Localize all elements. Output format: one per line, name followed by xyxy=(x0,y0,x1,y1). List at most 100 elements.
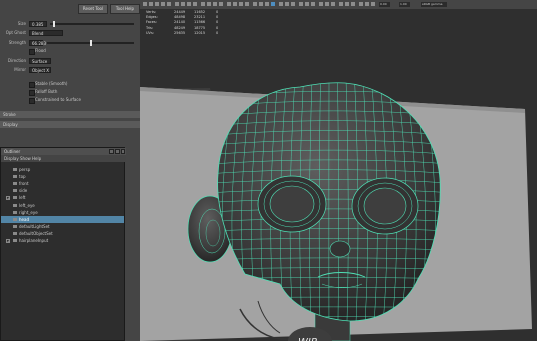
toolbar-icon[interactable] xyxy=(155,2,159,6)
nose xyxy=(329,240,351,258)
outliner-menubar: Display Show Help xyxy=(1,155,126,162)
outliner-item[interactable]: persp xyxy=(1,166,124,173)
toolbar-icon[interactable] xyxy=(351,2,355,6)
hud-row: UVs: 25635 12015 0 xyxy=(146,31,226,36)
outliner-item[interactable]: + hairplaneInput xyxy=(1,237,124,244)
toolbar-icon[interactable] xyxy=(311,2,315,6)
toolbar-icon[interactable] xyxy=(259,2,263,6)
outliner-item-label: hairplaneInput xyxy=(19,238,49,243)
toolbar-icon[interactable] xyxy=(167,2,171,6)
node-icon xyxy=(13,196,17,200)
3d-viewport[interactable]: WIP Verts: 24449 11652 0 Edges: 48498 23211 0 Fa… xyxy=(140,9,537,341)
toolbar-icon[interactable] xyxy=(339,2,343,6)
toolbar-icon[interactable] xyxy=(359,2,363,6)
toolbar-icon[interactable] xyxy=(285,2,289,6)
hud-v3: 0 xyxy=(216,15,219,20)
expand-icon[interactable]: + xyxy=(6,239,10,243)
expand-icon[interactable]: + xyxy=(6,196,10,201)
toolbar-icon[interactable] xyxy=(201,2,205,6)
outliner-item[interactable]: top xyxy=(1,173,124,180)
node-icon xyxy=(13,217,17,221)
menu-help[interactable]: Help xyxy=(32,155,41,162)
outliner-item-label: left xyxy=(19,195,26,201)
outliner-item-label: top xyxy=(19,174,26,180)
reset-tool-button[interactable]: Reset Tool xyxy=(78,4,108,14)
toolbar-icon[interactable] xyxy=(265,2,269,6)
color-space-dropdown[interactable]: sRGB gamma xyxy=(421,2,447,7)
toolbar-icon[interactable] xyxy=(345,2,349,6)
outliner-title[interactable]: Outliner xyxy=(1,148,126,155)
toolbar-icon[interactable] xyxy=(279,2,283,6)
size-slider[interactable] xyxy=(50,23,134,25)
outliner-item[interactable]: + left xyxy=(1,194,124,201)
maximize-icon[interactable] xyxy=(115,149,120,154)
hud-label: Tris: xyxy=(146,25,154,30)
hud-label: Faces: xyxy=(146,20,157,25)
outliner-item[interactable]: front xyxy=(1,180,124,187)
hud-v1: 24449 xyxy=(174,10,186,14)
toolbar-icon[interactable] xyxy=(305,2,309,6)
display-section-header[interactable]: Display xyxy=(0,121,140,128)
toolbar-icon[interactable] xyxy=(331,2,335,6)
toolbar-icon[interactable] xyxy=(207,2,211,6)
toolbar-icon[interactable] xyxy=(325,2,329,6)
node-icon xyxy=(13,224,17,228)
outliner-item[interactable]: defaultObjectSet xyxy=(1,230,124,237)
hud-v3: 0 xyxy=(216,10,219,14)
toolbar-icon[interactable] xyxy=(161,2,165,6)
outliner-item[interactable]: left_eye xyxy=(1,202,124,209)
outliner-item-label: defaultObjectSet xyxy=(19,230,53,236)
toolbar-icon[interactable] xyxy=(253,2,257,6)
node-icon xyxy=(13,189,17,193)
toolbar-icon[interactable] xyxy=(143,2,147,6)
node-icon xyxy=(13,175,17,179)
outliner-item[interactable]: right_eye xyxy=(1,209,124,216)
toolbar-icon[interactable] xyxy=(239,2,243,6)
toolbar-icon[interactable] xyxy=(245,2,249,6)
strength-field[interactable]: 66.283 xyxy=(29,40,46,46)
toolbar-icon[interactable] xyxy=(227,2,231,6)
hud-v2: 23211 xyxy=(194,15,206,20)
toolbar-icon[interactable] xyxy=(319,2,323,6)
toolbar-icon[interactable] xyxy=(371,2,375,6)
toolbar-icon[interactable] xyxy=(219,2,223,6)
toolbar-icon[interactable] xyxy=(149,2,153,6)
wip-badge-text: WIP xyxy=(298,337,318,341)
close-icon[interactable] xyxy=(121,149,125,154)
toolbar-icon[interactable] xyxy=(291,2,295,6)
menu-show[interactable]: Show xyxy=(20,155,31,162)
toolbar-icon[interactable] xyxy=(175,2,179,6)
toolbar-icon[interactable] xyxy=(299,2,303,6)
gamma-field[interactable]: 1.00 xyxy=(399,2,410,7)
viewport-scene: WIP xyxy=(140,82,532,341)
outliner-item[interactable]: defaultLightSet xyxy=(1,223,124,230)
minimize-icon[interactable] xyxy=(109,149,114,154)
direction-dropdown[interactable]: Surface xyxy=(29,58,51,64)
direction-label: Direction xyxy=(7,58,26,63)
hud-v3: 0 xyxy=(216,20,219,25)
size-slider-handle[interactable] xyxy=(53,21,55,27)
toolbar-icon[interactable] xyxy=(365,2,369,6)
toolbar-icon[interactable] xyxy=(187,2,191,6)
outliner-item[interactable]: head xyxy=(1,215,124,223)
size-label: Size xyxy=(17,21,26,26)
outliner-item-label: front xyxy=(19,181,29,187)
ghost-dropdown[interactable]: Blend xyxy=(29,30,63,36)
hud-label: Verts: xyxy=(146,10,157,14)
node-icon xyxy=(13,182,17,186)
tool-help-button[interactable]: Tool Help xyxy=(110,4,140,14)
left-eye xyxy=(269,185,315,223)
toolbar-icon[interactable] xyxy=(181,2,185,6)
toolbar-icon[interactable] xyxy=(271,2,275,6)
toolbar-icon[interactable] xyxy=(213,2,217,6)
toolbar-icon[interactable] xyxy=(233,2,237,6)
menu-display[interactable]: Display xyxy=(4,155,19,162)
size-field[interactable]: 0.385 xyxy=(29,21,47,27)
mirror-dropdown[interactable]: Object X xyxy=(29,67,51,73)
outliner-item-label: head xyxy=(19,216,29,222)
strength-slider-handle[interactable] xyxy=(90,40,92,46)
exposure-field[interactable]: 0.00 xyxy=(379,2,390,7)
outliner-item[interactable]: side xyxy=(1,187,124,194)
toolbar-icon[interactable] xyxy=(193,2,197,6)
stroke-section-header[interactable]: Stroke xyxy=(0,111,140,118)
